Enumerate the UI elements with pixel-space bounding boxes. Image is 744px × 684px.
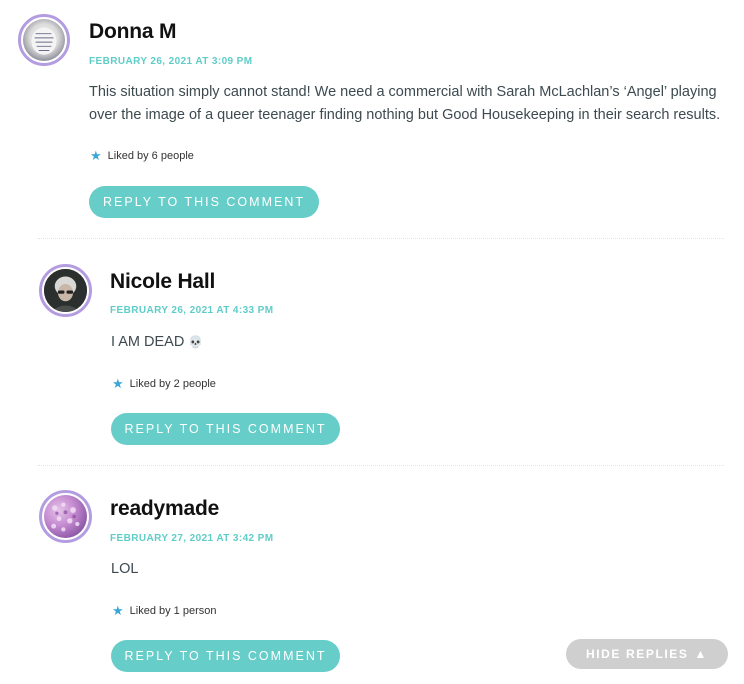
avatar[interactable] xyxy=(39,490,92,543)
reply-button[interactable]: REPLY TO THIS COMMENT xyxy=(111,640,340,672)
star-icon: ★ xyxy=(112,603,124,618)
comment-readymade: readymade FEBRUARY 27, 2021 AT 3:42 PM L… xyxy=(0,0,744,684)
likes[interactable]: ★ Liked by 1 person xyxy=(112,604,217,617)
avatar-image xyxy=(51,502,80,532)
comment-date[interactable]: FEBRUARY 27, 2021 AT 3:42 PM xyxy=(110,533,273,544)
hide-replies-button[interactable]: HIDE REPLIES ▲ xyxy=(566,639,728,669)
comment-author[interactable]: readymade xyxy=(110,497,219,521)
likes-count: Liked by 1 person xyxy=(129,604,217,617)
comment-body: LOL xyxy=(111,561,139,577)
hide-replies-label: HIDE REPLIES xyxy=(585,647,689,661)
comments-thread: Donna M FEBRUARY 26, 2021 AT 3:09 PM Thi… xyxy=(0,0,744,684)
triangle-up-icon: ▲ xyxy=(694,647,709,661)
